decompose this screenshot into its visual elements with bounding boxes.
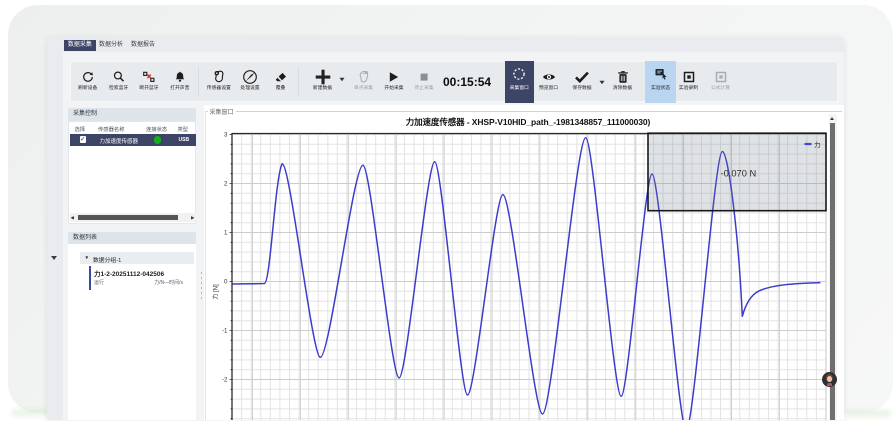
svg-text:-0.070 N: -0.070 N — [720, 169, 756, 179]
svg-text:3: 3 — [224, 132, 228, 139]
svg-text:-1: -1 — [221, 328, 227, 335]
svg-text:-2: -2 — [221, 377, 227, 384]
svg-text:0: 0 — [224, 279, 228, 286]
svg-text:1: 1 — [224, 230, 228, 237]
svg-text:力: 力 — [814, 140, 821, 149]
svg-text:力 [N]: 力 [N] — [211, 284, 219, 300]
svg-text:2: 2 — [224, 181, 228, 188]
